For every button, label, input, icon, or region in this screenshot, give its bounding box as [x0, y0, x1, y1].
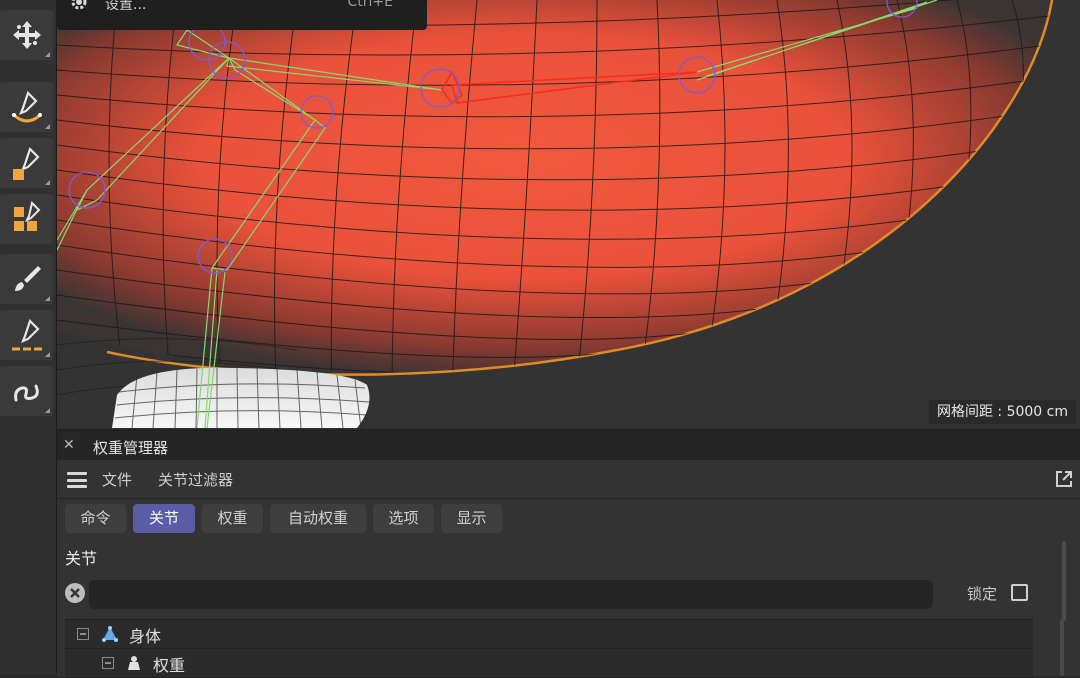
tree-row[interactable]: 身体	[65, 620, 1033, 649]
joint-tree: 身体 权重	[65, 619, 1033, 678]
menu-file[interactable]: 文件	[102, 469, 132, 490]
pen-line-icon	[11, 318, 42, 351]
menu-joint-filter[interactable]: 关节过滤器	[158, 469, 233, 490]
tree-scrollbar[interactable]	[1060, 619, 1064, 676]
paint-brush-tool-button[interactable]	[0, 254, 53, 304]
tab-weights[interactable]: 权重	[202, 504, 263, 533]
collapse-icon[interactable]	[77, 628, 89, 640]
panel-title: 权重管理器	[93, 439, 169, 457]
close-icon[interactable]: ✕	[63, 437, 75, 453]
pen-cubes-icon	[13, 201, 40, 231]
tab-options[interactable]: 选项	[373, 504, 434, 533]
menu-shortcut: Ctrl+E	[347, 0, 394, 10]
left-toolbar	[0, 0, 57, 675]
lock-checkbox[interactable]	[1011, 584, 1028, 601]
move-tool-button[interactable]	[0, 10, 53, 60]
gear-icon	[71, 0, 87, 10]
tab-commands[interactable]: 命令	[65, 504, 126, 533]
tab-display[interactable]: 显示	[441, 504, 502, 533]
tree-row[interactable]: 权重	[65, 649, 1033, 678]
panel-scrollbar[interactable]	[1062, 541, 1066, 621]
dropdown-menu: 设置... Ctrl+E	[57, 0, 427, 30]
pen-square-icon	[12, 146, 40, 180]
pen-smile-icon	[11, 90, 42, 123]
collapse-icon[interactable]	[102, 657, 114, 669]
weight-icon	[128, 656, 140, 670]
tree-item-label: 身体	[129, 627, 162, 646]
3d-viewport[interactable]: 网格间距 : 5000 cm	[57, 0, 1080, 428]
panel-menubar: 文件 关节过滤器	[57, 460, 1080, 499]
tree-item-label: 权重	[153, 656, 186, 675]
smooth-brush-tool-button[interactable]	[0, 82, 53, 132]
hamburger-menu-icon[interactable]	[67, 472, 87, 488]
panel-titlebar: ✕ 权重管理器	[57, 431, 1080, 460]
menu-item-settings[interactable]: 设置...	[105, 0, 146, 14]
tab-joints[interactable]: 关节	[133, 504, 195, 533]
pen-line-tool-button[interactable]	[0, 310, 53, 360]
weight-manager-panel: ✕ 权重管理器 文件 关节过滤器 命令 关节 权重 自动权重 选项 显示 关节 …	[57, 430, 1080, 678]
squiggle-icon	[13, 384, 39, 402]
joint-search-input[interactable]	[89, 580, 933, 609]
grid-spacing-readout: 网格间距 : 5000 cm	[928, 400, 1076, 424]
clear-search-icon[interactable]	[64, 582, 86, 604]
scene-render	[57, 0, 1054, 428]
joint-icon	[102, 626, 118, 642]
pen-cubes-tool-button[interactable]	[0, 194, 53, 244]
lock-label: 锁定	[967, 585, 998, 603]
move-arrows-icon	[12, 21, 41, 49]
external-window-icon[interactable]	[1054, 469, 1074, 489]
pen-square-tool-button[interactable]	[0, 138, 53, 188]
spline-tool-button[interactable]	[0, 366, 53, 416]
tab-auto-weights[interactable]: 自动权重	[270, 504, 366, 533]
section-title: 关节	[65, 549, 98, 568]
brush-icon	[14, 266, 41, 291]
